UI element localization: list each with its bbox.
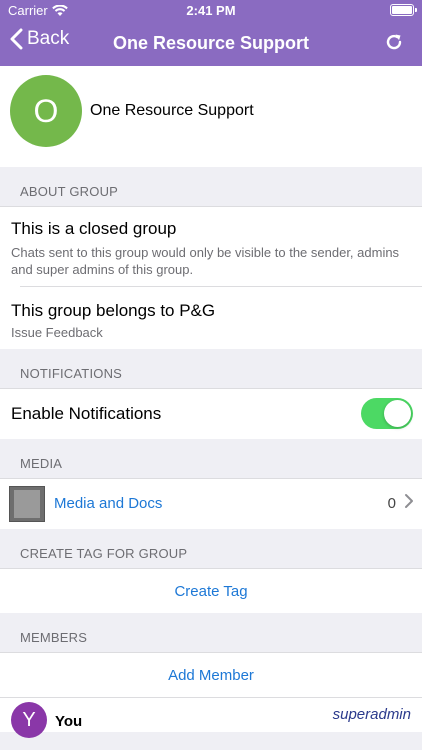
group-owner-title: This group belongs to P&G — [11, 301, 216, 320]
media-thumbnail — [9, 486, 45, 522]
about-section-header: ABOUT GROUP — [0, 167, 422, 207]
group-owner-subtitle: Issue Feedback — [11, 325, 103, 340]
member-row[interactable]: Y You superadmin — [0, 697, 422, 738]
status-time: 2:41 PM — [186, 3, 236, 18]
closed-group-description: Chats sent to this group would only be v… — [11, 245, 400, 277]
group-owner-cell: This group belongs to P&G Issue Feedback — [0, 287, 422, 349]
nav-row: Back One Resource Support — [0, 22, 422, 66]
members-section-header: MEMBERS — [0, 613, 422, 653]
tag-section-header: CREATE TAG FOR GROUP — [0, 529, 422, 569]
group-avatar: O — [10, 75, 82, 147]
media-docs-row[interactable]: Media and Docs 0 — [0, 479, 422, 529]
closed-group-title: This is a closed group — [11, 219, 177, 238]
status-bar: Carrier 2:41 PM — [0, 0, 422, 22]
back-label: Back — [27, 28, 70, 49]
notifications-section-header: NOTIFICATIONS — [0, 349, 422, 389]
group-header: O One Resource Support — [0, 66, 422, 167]
add-member-button[interactable]: Add Member — [0, 653, 422, 697]
media-docs-label: Media and Docs — [54, 495, 163, 512]
member-role: superadmin — [332, 706, 411, 723]
notifications-cell: Enable Notifications — [0, 389, 422, 439]
group-name: One Resource Support — [90, 102, 254, 119]
media-section-header: MEDIA — [0, 439, 422, 479]
refresh-button[interactable] — [384, 32, 404, 57]
toggle-knob — [384, 400, 411, 427]
refresh-icon — [386, 34, 402, 50]
member-avatar: Y — [11, 702, 47, 738]
chevron-right-icon — [405, 494, 413, 508]
member-name: You — [55, 713, 83, 730]
notifications-toggle[interactable] — [361, 398, 413, 429]
create-tag-button[interactable]: Create Tag — [0, 569, 422, 613]
back-button[interactable]: Back — [10, 28, 69, 50]
navigation-bar: Carrier 2:41 PM Back One Resource Suppor… — [0, 0, 422, 66]
battery-icon — [390, 4, 417, 16]
notifications-label: Enable Notifications — [11, 404, 162, 423]
media-count: 0 — [387, 495, 396, 512]
closed-group-cell: This is a closed group Chats sent to thi… — [0, 207, 422, 287]
chevron-left-icon — [10, 28, 23, 50]
